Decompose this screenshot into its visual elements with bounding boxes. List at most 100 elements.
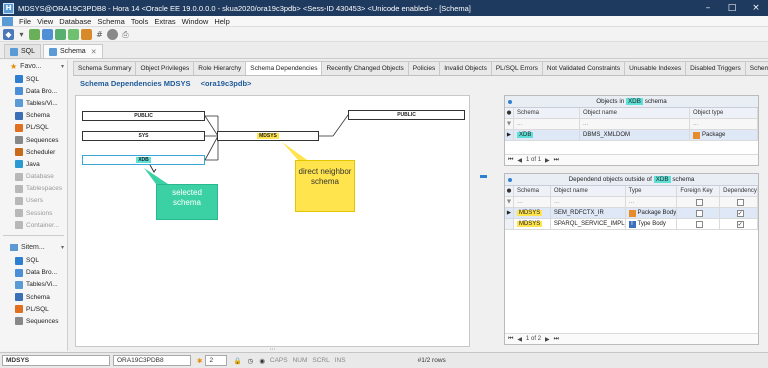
tab-sql[interactable]: SQL	[4, 44, 42, 58]
sitemap-plsql[interactable]: PL/SQL	[0, 303, 67, 315]
menu-file[interactable]: File	[16, 17, 34, 26]
favorites-header[interactable]: ★ Favo... ▾	[0, 60, 67, 73]
menu-tools[interactable]: Tools	[128, 17, 152, 26]
dependency-diagram[interactable]: PUBLIC SYS XDB MDSYS PUBLIC selected sch…	[75, 95, 470, 347]
filter-schema[interactable]: ...	[514, 119, 580, 129]
sitemap-sql[interactable]: SQL	[0, 254, 67, 266]
favorite-data-browser[interactable]: Data Bro...	[0, 85, 67, 97]
subtab-disabled-triggers[interactable]: Disabled Triggers	[686, 61, 746, 75]
menu-window[interactable]: Window	[179, 17, 212, 26]
sitemap-sequences[interactable]: Sequences	[0, 315, 67, 327]
subtab-object-privileges[interactable]: Object Privileges	[136, 61, 195, 75]
subtab-schema-triggers[interactable]: Schema Triggers	[745, 61, 768, 75]
node-public-left[interactable]: PUBLIC	[82, 111, 205, 121]
sql-icon[interactable]	[42, 28, 53, 40]
prev-page-icon[interactable]: ◀	[517, 157, 522, 164]
refresh-icon[interactable]	[55, 28, 66, 40]
menu-schema[interactable]: Schema	[94, 17, 128, 26]
filter-object-type[interactable]: ...	[690, 119, 758, 129]
pin-icon[interactable]: ▾	[61, 244, 64, 251]
last-page-icon[interactable]: ⏭	[554, 156, 559, 164]
favorite-database[interactable]: Database	[0, 171, 67, 183]
table-row[interactable]: ▶ MDSYS SEM_RDFCTX_IR Package Body ✓	[505, 208, 758, 219]
node-xdb[interactable]: XDB	[82, 155, 205, 165]
last-page-icon[interactable]: ⏭	[554, 335, 559, 343]
col-object-name[interactable]: Object name	[580, 108, 690, 118]
prev-page-icon[interactable]: ◀	[517, 336, 522, 343]
menu-help[interactable]: Help	[211, 17, 232, 26]
first-page-icon[interactable]: ⏮	[508, 156, 513, 164]
connect-icon[interactable]: ◆	[3, 28, 14, 40]
new-icon[interactable]	[29, 28, 40, 40]
col-dependency[interactable]: Dependency	[720, 186, 758, 196]
menu-view[interactable]: View	[34, 17, 56, 26]
dependency-checkbox[interactable]: ✓	[736, 220, 744, 228]
minimize-icon[interactable]: –	[696, 0, 720, 16]
favorite-plsql[interactable]: PL/SQL	[0, 122, 67, 134]
filter-dependency[interactable]	[720, 197, 758, 207]
col-object-name[interactable]: Object name	[550, 186, 626, 196]
settings-icon[interactable]	[107, 28, 118, 40]
close-icon[interactable]: ×	[744, 0, 768, 16]
status-number[interactable]: 2	[205, 355, 228, 366]
subtab-not-validated-constraints[interactable]: Not Validated Constraints	[542, 61, 626, 75]
filter-checkbox[interactable]	[736, 198, 744, 206]
panel-splitter[interactable]	[478, 95, 488, 347]
splitter-handle[interactable]	[480, 175, 487, 178]
favorite-schema[interactable]: Schema	[0, 110, 67, 122]
node-public-right[interactable]: PUBLIC	[348, 110, 465, 120]
tab-schema[interactable]: Schema ✕	[43, 44, 103, 58]
subtab-unusable-indexes[interactable]: Unusable Indexes	[625, 61, 687, 75]
favorite-users[interactable]: Users	[0, 195, 67, 207]
filter-object-name[interactable]: …	[550, 197, 626, 207]
status-schema[interactable]: MDSYS	[2, 355, 110, 366]
status-database[interactable]: ORA19C3PDB8	[113, 355, 191, 366]
node-mdsys[interactable]: MDSYS	[217, 131, 319, 141]
col-foreign-key[interactable]: Foreign Key	[677, 186, 721, 196]
filter-type[interactable]: …	[625, 197, 678, 207]
foreign-key-checkbox[interactable]	[696, 220, 704, 228]
favorite-sql[interactable]: SQL	[0, 73, 67, 85]
col-schema[interactable]: Schema	[514, 108, 580, 118]
favorite-sessions[interactable]: Sessions	[0, 207, 67, 219]
print-icon[interactable]: ⎙	[120, 29, 131, 40]
menu-database[interactable]: Database	[56, 17, 94, 26]
subtab-role-hierarchy[interactable]: Role Hierarchy	[194, 61, 247, 75]
favorite-container[interactable]: Container...	[0, 219, 67, 231]
table-row[interactable]: ▶ XDB DBMS_XMLDOM Package	[505, 130, 758, 141]
next-page-icon[interactable]: ▶	[545, 336, 550, 343]
col-type[interactable]: Type	[625, 186, 678, 196]
pin-icon[interactable]: ▾	[61, 63, 64, 70]
col-object-type[interactable]: Object type	[690, 108, 758, 118]
sitemap-schema[interactable]: Schema	[0, 291, 67, 303]
menu-extras[interactable]: Extras	[151, 17, 178, 26]
favorite-tablespaces[interactable]: Tablespaces	[0, 183, 67, 195]
subtab-schema-summary[interactable]: Schema Summary	[73, 61, 137, 75]
export-icon[interactable]	[81, 28, 92, 40]
star-icon[interactable]: ✱	[197, 357, 202, 365]
mdi-icon[interactable]	[2, 16, 13, 26]
first-page-icon[interactable]: ⏮	[508, 335, 513, 343]
dependency-checkbox[interactable]: ✓	[736, 209, 744, 217]
favorite-sequences[interactable]: Sequences	[0, 134, 67, 146]
subtab-recently-changed-objects[interactable]: Recently Changed Objects	[322, 61, 409, 75]
sitemap-data-browser[interactable]: Data Bro...	[0, 267, 67, 279]
sitemap-tables[interactable]: Tables/Vi...	[0, 279, 67, 291]
close-tab-icon[interactable]: ✕	[91, 48, 97, 56]
filter-object-name[interactable]: ...	[580, 119, 690, 129]
subtab-invalid-objects[interactable]: Invalid Objects	[440, 61, 492, 75]
next-page-icon[interactable]: ▶	[545, 157, 550, 164]
subtab-policies[interactable]: Policies	[408, 61, 441, 75]
maximize-icon[interactable]: □	[720, 0, 744, 16]
filter-checkbox[interactable]	[696, 198, 704, 206]
filter-schema[interactable]: …	[513, 197, 551, 207]
col-schema[interactable]: Schema	[513, 186, 551, 196]
subtab-schema-dependencies[interactable]: Schema Dependencies	[246, 61, 323, 75]
dropdown-icon[interactable]: ▾	[16, 29, 27, 40]
favorite-tables[interactable]: Tables/Vi...	[0, 97, 67, 109]
favorite-java[interactable]: Java	[0, 158, 67, 170]
table-row[interactable]: MDSYS SPARQL_SERVICE_IMPL_T T Type Body ✓	[505, 219, 758, 230]
favorite-scheduler[interactable]: Scheduler	[0, 146, 67, 158]
foreign-key-checkbox[interactable]	[696, 209, 704, 217]
sitemap-header[interactable]: Sitem... ▾	[0, 241, 67, 254]
